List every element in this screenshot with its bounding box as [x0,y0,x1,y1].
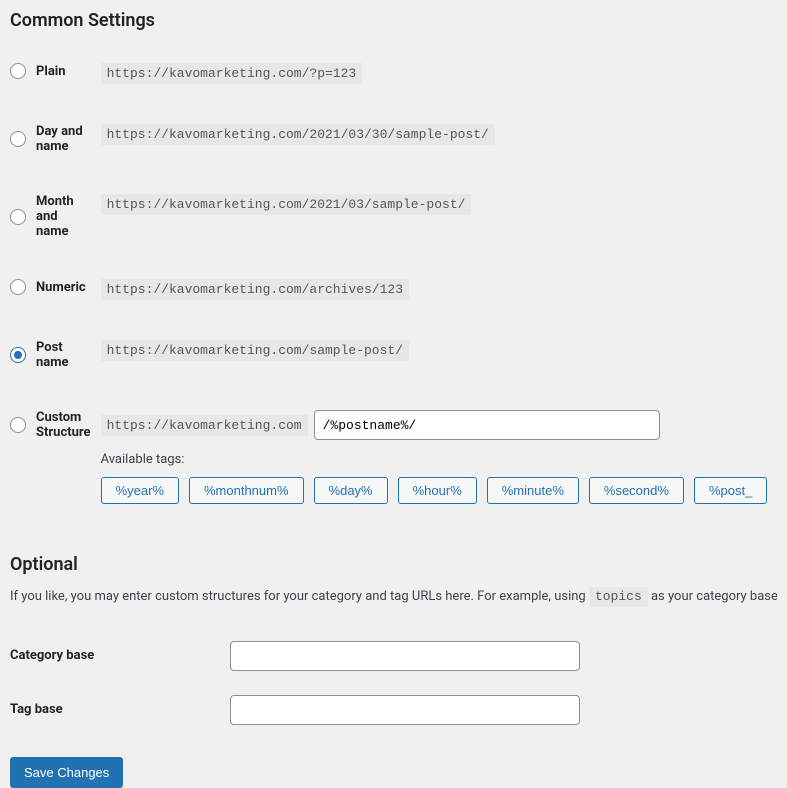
sample-url-day-name: https://kavomarketing.com/2021/03/30/sam… [101,124,495,145]
radio-month-name-text: Month and name [36,194,91,239]
category-base-label: Category base [10,629,230,683]
radio-post-name-label[interactable]: Post name [10,340,91,370]
tag-minute-button[interactable]: %minute% [487,477,579,504]
radio-day-name-text: Day and name [36,124,91,154]
radio-custom[interactable] [10,417,26,433]
radio-numeric-text: Numeric [36,280,86,295]
radio-plain-label[interactable]: Plain [10,63,91,79]
radio-numeric[interactable] [10,279,26,295]
radio-post-name[interactable] [10,347,26,363]
radio-plain[interactable] [10,63,26,79]
tag-base-label: Tag base [10,683,230,737]
optional-table: Category base Tag base [10,629,777,737]
tag-post-button[interactable]: %post_ [694,477,767,504]
tag-base-input[interactable] [230,695,580,725]
available-tags-label: Available tags: [101,452,768,467]
category-base-input[interactable] [230,641,580,671]
permalink-structure-table: Plain https://kavomarketing.com/?p=123 D… [10,43,777,524]
radio-day-name-label[interactable]: Day and name [10,124,91,154]
radio-plain-text: Plain [36,64,66,79]
radio-post-name-text: Post name [36,340,91,370]
tag-day-button[interactable]: %day% [314,477,388,504]
save-changes-button[interactable]: Save Changes [10,757,123,788]
sample-url-month-name: https://kavomarketing.com/2021/03/sample… [101,194,472,215]
sample-url-numeric: https://kavomarketing.com/archives/123 [101,279,409,300]
radio-numeric-label[interactable]: Numeric [10,279,91,295]
sample-url-post-name: https://kavomarketing.com/sample-post/ [101,340,409,361]
radio-month-name-label[interactable]: Month and name [10,194,91,239]
custom-base-url: https://kavomarketing.com [101,415,308,436]
custom-structure-input[interactable] [314,410,660,440]
tag-year-button[interactable]: %year% [101,477,179,504]
radio-custom-text: Custom Structure [36,410,91,440]
common-settings-heading: Common Settings [10,10,777,31]
optional-desc-pre: If you like, you may enter custom struct… [10,589,589,604]
tag-monthnum-button[interactable]: %monthnum% [189,477,304,504]
optional-desc-code: topics [589,587,648,607]
optional-description: If you like, you may enter custom struct… [10,587,777,607]
radio-day-name[interactable] [10,131,26,147]
radio-month-name[interactable] [10,209,26,225]
tag-hour-button[interactable]: %hour% [398,477,477,504]
optional-desc-post: as your category base wo [648,589,777,604]
sample-url-plain: https://kavomarketing.com/?p=123 [101,63,363,84]
tag-second-button[interactable]: %second% [589,477,684,504]
optional-heading: Optional [10,554,777,575]
radio-custom-label[interactable]: Custom Structure [10,410,91,440]
available-tags-row: %year% %monthnum% %day% %hour% %minute% … [101,477,768,504]
